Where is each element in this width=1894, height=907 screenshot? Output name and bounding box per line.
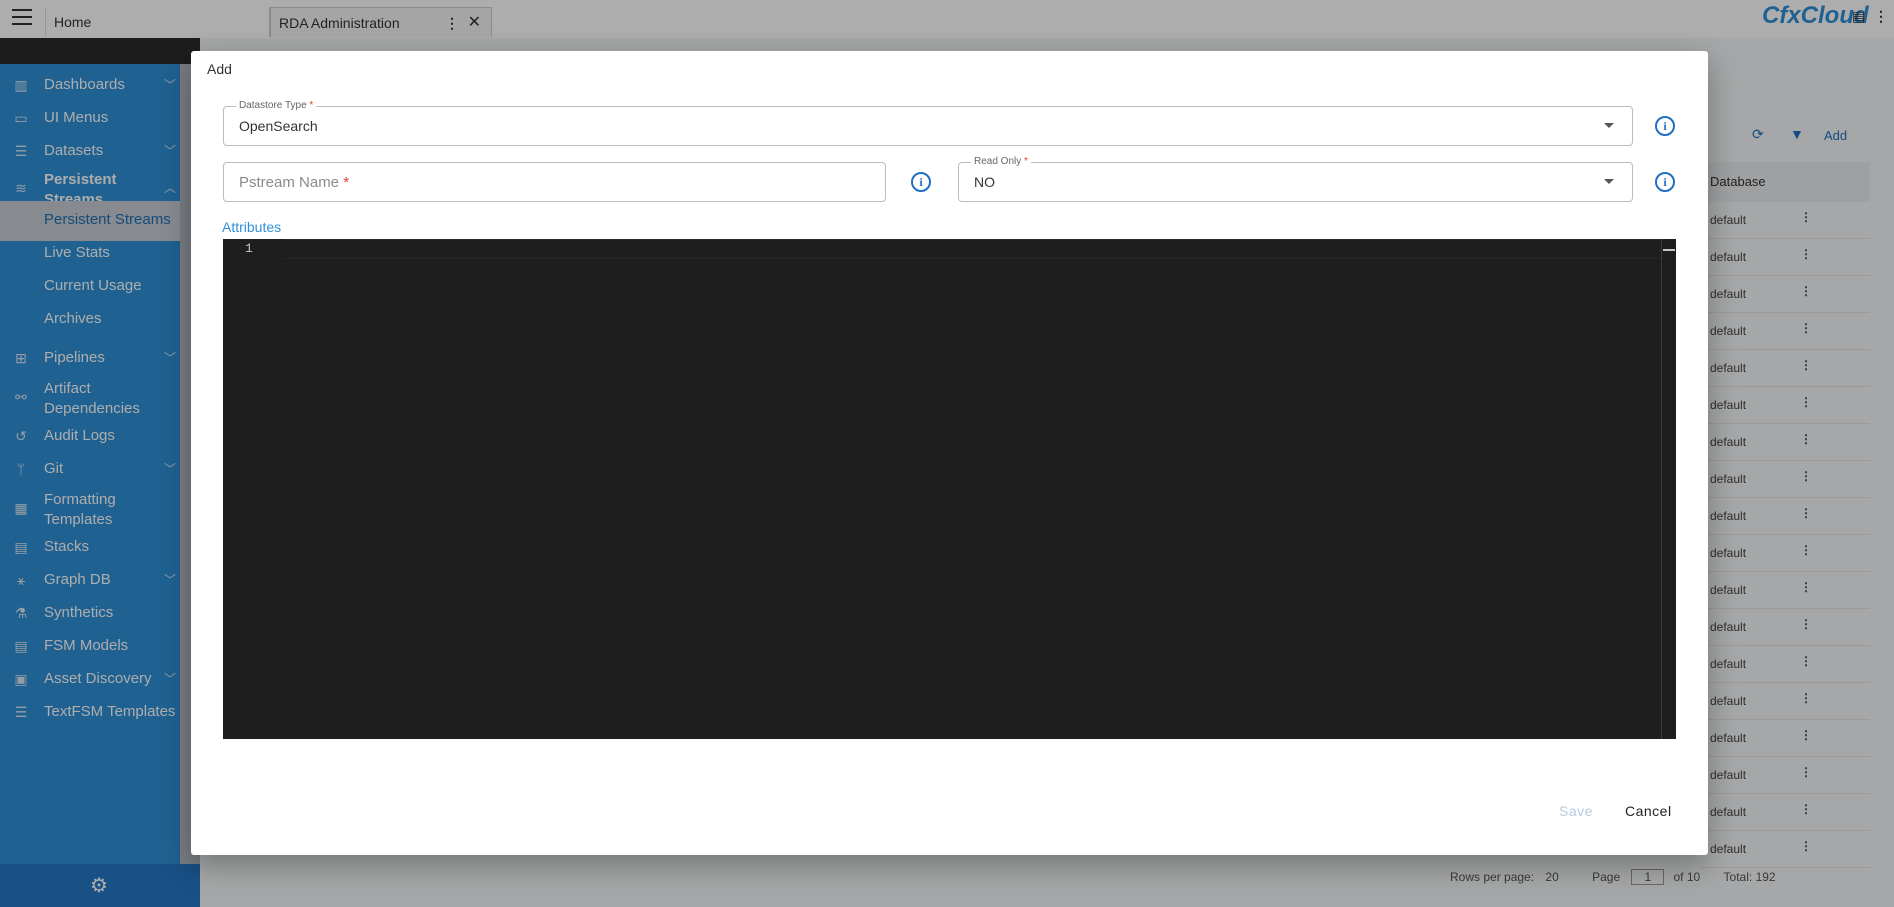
pstream-name-info-icon[interactable]: i	[911, 172, 931, 192]
pstream-name-input[interactable]: Pstream Name *	[223, 162, 886, 202]
datastore-type-select[interactable]: Datastore Type * OpenSearch	[223, 100, 1633, 146]
read-only-value: NO	[974, 174, 995, 190]
save-button[interactable]: Save	[1559, 803, 1593, 819]
chevron-down-icon	[1604, 179, 1614, 184]
current-line-highlight	[283, 239, 1663, 259]
datastore-type-value: OpenSearch	[239, 118, 318, 134]
pstream-name-placeholder: Pstream Name *	[239, 174, 350, 191]
line-number: 1	[245, 241, 253, 256]
read-only-select[interactable]: Read Only * NO	[958, 156, 1633, 202]
editor-scroll-marker	[1663, 249, 1675, 251]
datastore-type-info-icon[interactable]: i	[1655, 116, 1675, 136]
chevron-down-icon	[1604, 123, 1614, 128]
cancel-button[interactable]: Cancel	[1625, 803, 1672, 819]
attributes-label: Attributes	[222, 219, 282, 235]
add-dialog: Add Datastore Type * OpenSearch i Pstrea…	[191, 51, 1708, 855]
read-only-label: Read Only *	[971, 156, 1031, 167]
dialog-title: Add	[207, 61, 232, 77]
datastore-type-label: Datastore Type *	[236, 100, 317, 111]
read-only-info-icon[interactable]: i	[1655, 172, 1675, 192]
editor-overview-ruler	[1661, 239, 1662, 739]
attributes-code-editor[interactable]: 1	[223, 239, 1676, 739]
